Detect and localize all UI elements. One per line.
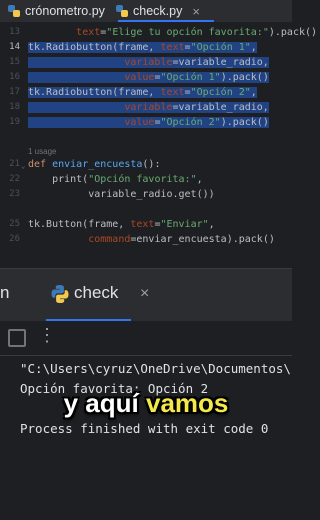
- code-line-selected: variable=variable_radio,: [28, 55, 269, 70]
- python-file-icon: [116, 5, 128, 17]
- code-line: command=enviar_encuesta).pack(): [88, 234, 275, 245]
- code-line: text="Elige tu opción favorita:").pack(): [76, 27, 318, 38]
- line-number: 16: [9, 72, 20, 82]
- tab-cronometro[interactable]: crónometro.py: [0, 0, 108, 22]
- line-number: 17: [9, 87, 20, 97]
- code-line-selected: tk.Radiobutton(frame, text="Opción 1",: [28, 42, 257, 53]
- run-header: n check ×: [0, 269, 292, 321]
- console-line: Process finished with exit code 0: [20, 421, 269, 436]
- fold-icon[interactable]: ⌄: [21, 162, 25, 170]
- tab-label: check.py: [133, 4, 183, 18]
- tab-check[interactable]: check.py ×: [108, 0, 216, 22]
- more-options-icon[interactable]: ⋮: [38, 325, 56, 345]
- code-editor[interactable]: 13 14 15 16 17 18 19 21 22 23 25 26 ⌄ te…: [0, 23, 317, 267]
- line-number: 18: [9, 102, 20, 112]
- line-number: 26: [9, 234, 20, 244]
- line-number: 14: [9, 42, 20, 52]
- python-file-icon: [8, 5, 20, 17]
- line-number: 13: [9, 27, 20, 37]
- tab-overflow-area: [224, 3, 292, 19]
- code-line: print("Opción favorita:",: [28, 174, 203, 185]
- code-line: tk.Button(frame, text="Enviar",: [28, 219, 215, 230]
- run-window-label: n: [0, 283, 10, 302]
- subtitle-highlight: vamos: [145, 388, 229, 418]
- code-line-selected: value="Opción 1").pack(): [28, 70, 269, 85]
- close-icon[interactable]: ×: [192, 4, 200, 19]
- code-line: def enviar_encuesta():: [28, 159, 161, 170]
- code-line-selected: tk.Radiobutton(frame, text="Opción 2",: [28, 87, 257, 98]
- editor-tab-bar: crónometro.py check.py ×: [0, 0, 292, 23]
- tab-label: crónometro.py: [25, 4, 105, 18]
- line-number: 25: [9, 219, 20, 229]
- line-number: 19: [9, 117, 20, 127]
- line-number: 21: [9, 159, 20, 169]
- line-number: 15: [9, 57, 20, 67]
- run-toolbar: ⋮: [0, 321, 292, 356]
- line-number: 23: [9, 189, 20, 199]
- layout-icon[interactable]: [8, 329, 26, 347]
- code-line: variable_radio.get()): [28, 189, 215, 200]
- line-number: 22: [9, 174, 20, 184]
- usage-hint[interactable]: 1 usage: [28, 147, 56, 156]
- console-line: "C:\Users\cyruz\OneDrive\Documentos\: [20, 361, 291, 376]
- code-line-selected: variable=variable_radio,: [28, 100, 269, 115]
- subtitle-text: y aquí: [63, 388, 146, 418]
- run-tab-check[interactable]: check: [74, 283, 118, 303]
- video-subtitle: y aquí vamos: [0, 388, 292, 419]
- python-icon: [51, 285, 69, 303]
- code-line-selected: value="Opción 2").pack(): [28, 115, 269, 130]
- close-icon[interactable]: ×: [140, 285, 149, 303]
